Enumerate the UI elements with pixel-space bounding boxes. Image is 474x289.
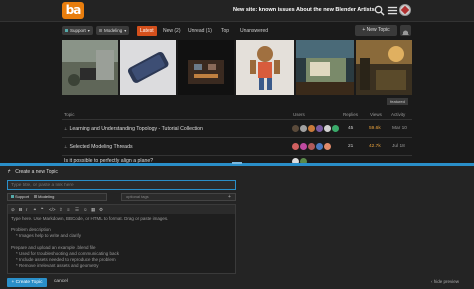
subcategory-selector-label: Modeling <box>38 194 55 199</box>
composer-header: ↱ Create a new Topic <box>7 169 58 175</box>
table-divider <box>62 119 412 120</box>
bell-icon <box>402 30 409 35</box>
featured-thumbnail-6[interactable] <box>356 40 412 95</box>
reply-arrow-icon: ↱ <box>7 169 12 175</box>
featured-thumbnail-1[interactable] <box>62 40 118 95</box>
nav-tab-new[interactable]: New (2) <box>163 27 181 35</box>
poster-avatar[interactable] <box>316 143 323 150</box>
header-link-known-issues[interactable]: New site: known issues <box>233 7 295 13</box>
new-topic-button[interactable]: + New Topic <box>355 25 397 36</box>
topic-title[interactable]: Selected Modeling Threads <box>69 144 132 150</box>
table-row[interactable]: ⊥ Learning and Understanding Topology - T… <box>64 126 203 132</box>
pin-icon: ⊥ <box>64 144 68 149</box>
subcategory-dropdown-label: Modeling <box>104 28 123 33</box>
column-header-activity[interactable]: Activity <box>391 112 405 117</box>
composer-resize-grip[interactable] <box>232 162 242 164</box>
user-avatar[interactable] <box>399 4 411 16</box>
category-selector[interactable]: Support Modeling <box>7 193 107 201</box>
chevron-down-icon: ▾ <box>87 28 90 33</box>
editor-text-line: * Used for troubleshooting and communica… <box>11 251 120 256</box>
italic-icon[interactable]: I <box>26 206 27 213</box>
chevron-down-icon: ▾ <box>124 28 127 33</box>
category-dropdown[interactable]: Support ▾ <box>62 26 93 35</box>
featured-thumbnail-4[interactable] <box>236 40 294 95</box>
search-icon[interactable] <box>374 5 385 16</box>
create-topic-button[interactable]: + Create Topic <box>7 278 47 287</box>
numbered-list-icon[interactable]: ☰ <box>75 206 79 213</box>
view-count: 59.6k <box>369 126 381 131</box>
category-selector-label: Support <box>15 194 30 199</box>
nav-tab-latest[interactable]: Latest <box>137 26 157 36</box>
emoji-icon[interactable]: ☺ <box>83 206 88 213</box>
last-activity[interactable]: Jul 18 <box>392 144 405 149</box>
tags-input[interactable]: optional tags <box>121 193 236 201</box>
editor-text-line: Problem description <box>11 227 51 232</box>
featured-thumbnail-5[interactable] <box>296 40 354 95</box>
add-tag-icon[interactable]: + <box>228 193 231 201</box>
pin-icon: ⊥ <box>64 126 68 131</box>
table-row[interactable]: ⊥ Selected Modeling Threads <box>64 144 133 150</box>
code-icon[interactable]: </> <box>49 206 56 213</box>
cancel-link[interactable]: cancel <box>54 279 68 284</box>
editor-text-line: Prepare and upload an example .blend fil… <box>11 245 96 250</box>
nav-tab-unanswered[interactable]: Unanswered <box>240 27 268 35</box>
poster-avatar[interactable] <box>300 125 307 132</box>
quote-icon[interactable]: ❝ <box>41 206 43 213</box>
editor-text-line: * Images help to write and clarify <box>11 233 82 238</box>
header-link-about[interactable]: About the new Blender Artists <box>296 7 375 13</box>
hide-preview-link[interactable]: ‹ hide preview <box>431 279 459 284</box>
bullet-list-icon[interactable]: ≡ <box>67 206 70 213</box>
bold-icon[interactable]: B <box>19 206 22 213</box>
column-header-topic[interactable]: Topic <box>64 112 75 117</box>
editor-text-line: Type here. Use Markdown, BBCode, or HTML… <box>11 216 169 221</box>
composer-header-label: Create a new Topic <box>15 169 58 175</box>
editor-text-line: * Include assets needed to reproduce the… <box>11 257 116 262</box>
category-color-icon <box>11 195 14 199</box>
poster-avatar[interactable] <box>324 125 331 132</box>
column-header-views[interactable]: Views <box>370 112 382 117</box>
poster-avatar[interactable] <box>332 125 339 132</box>
poster-avatar[interactable] <box>292 143 299 150</box>
subcategory-dropdown[interactable]: Modeling ▾ <box>96 26 129 35</box>
reply-count: 21 <box>348 144 354 149</box>
topic-title[interactable]: Learning and Understanding Topology - Tu… <box>69 126 202 132</box>
column-header-replies[interactable]: Replies <box>343 112 358 117</box>
reply-count: 45 <box>348 126 354 131</box>
gear-icon[interactable]: ⚙ <box>99 206 103 213</box>
poster-avatar[interactable] <box>308 143 315 150</box>
nav-tab-unread[interactable]: Unread (1) <box>188 27 212 35</box>
link-icon[interactable]: ⚭ <box>33 206 37 213</box>
table-divider <box>62 155 412 156</box>
nav-tab-top[interactable]: Top <box>221 27 229 35</box>
poster-avatar[interactable] <box>308 125 315 132</box>
category-dropdown-label: Support <box>70 28 86 33</box>
subcategory-color-icon <box>99 29 102 33</box>
app-root: ba New site: known issues About the new … <box>0 0 474 289</box>
poster-avatar[interactable] <box>300 143 307 150</box>
subcategory-color-icon <box>34 195 38 199</box>
editor-text-line: * Remove irrelevant assets and geometry <box>11 263 99 268</box>
topic-title-input[interactable] <box>7 180 236 190</box>
upload-icon[interactable]: ⇪ <box>59 206 63 213</box>
hamburger-menu-icon[interactable] <box>387 5 398 16</box>
poster-avatar[interactable] <box>324 143 331 150</box>
notifications-button[interactable] <box>400 25 411 36</box>
view-count: 42.7k <box>369 144 381 149</box>
last-activity[interactable]: Mar 10 <box>392 126 407 131</box>
calendar-icon[interactable]: ▦ <box>91 206 95 213</box>
featured-thumbnail-3[interactable] <box>178 40 234 95</box>
attach-icon[interactable]: ⊘ <box>11 206 15 213</box>
featured-thumbnail-2[interactable] <box>120 40 176 95</box>
poster-avatar[interactable] <box>292 125 299 132</box>
featured-badge: featured <box>387 98 408 105</box>
table-divider <box>62 137 412 138</box>
poster-avatar[interactable] <box>316 125 323 132</box>
site-logo[interactable]: ba <box>62 2 84 19</box>
column-header-users: Users <box>293 112 305 117</box>
category-color-icon <box>65 29 68 33</box>
